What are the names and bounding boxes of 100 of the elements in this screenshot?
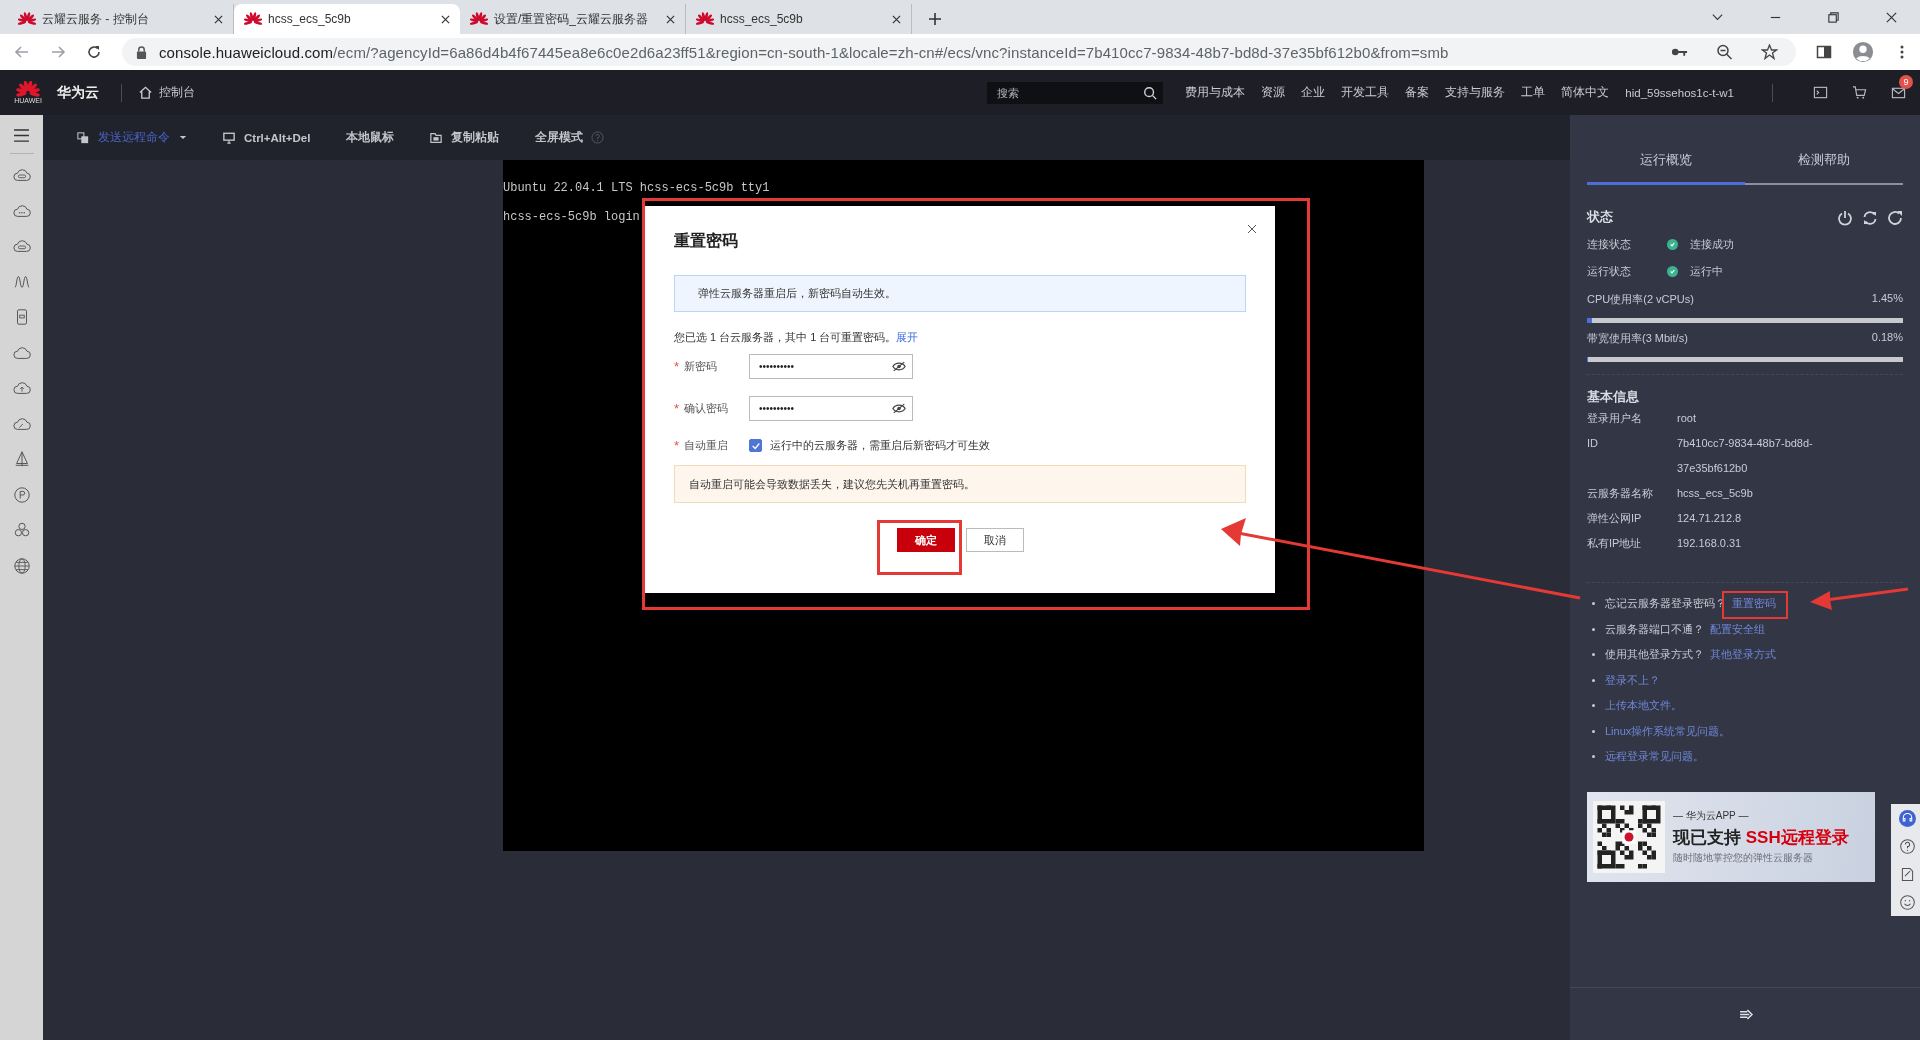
toolbar-button[interactable]: 复制粘贴 [430,130,500,145]
cancel-button[interactable]: 取消 [965,528,1024,552]
close-icon[interactable] [441,14,450,24]
cloud-icon[interactable] [12,166,31,184]
petal-logo-icon [18,12,36,26]
help-link[interactable]: 上传本地文件。 [1605,698,1682,714]
monitor-icon [223,131,235,144]
lock-icon [136,45,147,59]
status-value: 连接成功 [1690,237,1734,252]
eye-slash-icon[interactable] [892,361,906,372]
header-nav-link[interactable]: 费用与成本 [1185,85,1246,100]
browser-tab[interactable]: hcss_ecs_5c9b [234,4,460,34]
meter-label: 带宽使用率(3 Mbit/s) [1587,331,1688,346]
field-label: 新密码 [684,359,717,374]
app-promo-banner[interactable]: — 华为云APP — 现已支持 SSH远程登录 随时随地掌控您的弹性云服务器 [1587,791,1875,882]
terminal-line: hcss-ecs-5c9b login [503,209,640,224]
close-icon[interactable] [666,14,675,24]
collapse-panel-icon[interactable] [1738,1008,1754,1020]
header-nav-link[interactable]: 工单 [1521,85,1546,100]
header-nav-link[interactable]: hid_59ssehos1c-t-w1 [1625,86,1734,99]
terminal-icon[interactable] [1813,85,1828,100]
profile-avatar-icon[interactable] [1852,41,1874,63]
header-nav-link[interactable]: 备案 [1405,85,1430,100]
help-icon[interactable] [1898,837,1916,855]
sidebar-icon[interactable] [1816,44,1832,60]
console-home-link[interactable]: 控制台 [138,84,195,101]
expand-link[interactable]: 展开 [896,330,919,345]
selection-text: 您已选 1 台云服务器，其中 1 台可重置密码。 [674,330,897,345]
back-icon[interactable] [14,44,30,60]
header-nav-link[interactable]: 企业 [1301,85,1326,100]
search-field[interactable]: 搜索 [987,81,1164,104]
status-value: 运行中 [1690,264,1723,279]
highlight-box [1722,591,1788,619]
caret-icon [179,135,187,140]
help-link[interactable]: 登录不上？ [1605,672,1660,688]
meter-label: CPU使用率(2 vCPUs) [1587,292,1694,307]
cloud-icon[interactable] [12,237,31,255]
rings-icon[interactable] [12,521,31,539]
field-label: 自动重启 [684,438,728,453]
help-question: 使用其他登录方式？ [1605,647,1704,663]
globe-icon[interactable] [12,556,31,575]
menu-icon[interactable] [13,129,30,142]
header-nav-link[interactable]: 简体中文 [1561,85,1610,100]
petal-logo-icon [470,12,488,26]
toolbar-button[interactable]: 本地鼠标 [346,130,395,145]
info-label: 弹性公网IP [1587,511,1643,526]
folder-icon [430,131,443,144]
zoom-out-icon[interactable] [1716,44,1733,60]
info-value: hcss_ecs_5c9b [1677,486,1754,501]
forward-icon[interactable] [50,44,66,60]
help-link[interactable]: 远程登录常见问题。 [1605,749,1704,765]
close-icon[interactable] [892,14,901,24]
close-icon[interactable] [214,14,223,24]
star-icon[interactable] [1761,44,1778,60]
parking-icon[interactable] [12,485,31,504]
required-mark: * [674,359,681,374]
header-nav-link[interactable]: 资源 [1261,85,1286,100]
close-icon[interactable] [1885,10,1898,24]
header-nav-link[interactable]: 开发工具 [1341,85,1390,100]
power-icon[interactable] [1837,209,1853,226]
search-icon[interactable] [1143,85,1158,100]
meter-reading: 1.45% [1871,292,1903,306]
help-link[interactable]: 重置密码 [1732,596,1776,612]
cart-icon[interactable] [1852,85,1867,100]
confirm-button[interactable]: 确定 [896,528,955,552]
help-link[interactable]: 其他登录方式 [1710,647,1776,663]
toolbar-button[interactable]: 全屏模式 [535,130,584,145]
address-bar[interactable]: console.huaweicloud.com/ecm/?agencyId=6a86d4b4f67445ea8e6c0e2d6a23ff51&region=cn-south-1&locale=zh-cn#/ecs/vnc?instanceId=7b410cc7-9834-48b7-bd8d-37e35bf612b0&from=smb [122,38,1796,66]
terminal-screen[interactable] [503,160,1424,851]
field-label: 确认密码 [684,401,728,416]
status-label: 运行状态 [1587,264,1632,279]
cloud-upload-icon[interactable] [12,379,31,397]
password-field[interactable]: •••••••••• [749,354,913,379]
password-field[interactable]: •••••••••• [749,396,913,421]
refresh-icon[interactable] [1887,209,1903,226]
help-link[interactable]: 配置安全组 [1710,621,1765,637]
brand-name[interactable]: 华为云 [57,83,99,102]
url-text: console.huaweicloud.com/ecm/?agencyId=6a86d4b4f67445ea8e6c0e2d6a23ff51&region=cn-south-1&locale=zh-cn#/ecs/vnc?instanceId=7b410cc7-9834-48b7-bd8d-37e35bf612b0&from=smb [159,43,1449,61]
close-icon[interactable] [1247,224,1257,234]
checkbox-label: 运行中的云服务器，需重启后新密码才可生效 [770,438,990,453]
panel-tab[interactable]: 检测帮助 [1745,137,1903,185]
help-link[interactable]: Linux操作系统常见问题。 [1605,723,1731,739]
mail-icon[interactable] [1891,85,1906,100]
plus-icon[interactable] [928,12,942,26]
toolbar-button[interactable]: Ctrl+Alt+Del [223,131,311,144]
sync-icon[interactable] [1862,209,1878,226]
info-value: root [1677,411,1697,426]
promo-kicker: — 华为云APP — [1673,808,1750,823]
eye-slash-icon[interactable] [892,403,906,414]
header-nav-link[interactable]: 支持与服务 [1445,85,1506,100]
help-question: 云服务器端口不通？ [1605,621,1704,637]
smiley-icon[interactable] [1898,893,1916,911]
headset-icon[interactable] [1898,809,1916,827]
panel-tab[interactable]: 运行概览 [1587,137,1745,185]
promo-headline: 现已支持 SSH远程登录 [1673,826,1849,849]
reload-icon[interactable] [86,44,102,60]
restore-icon[interactable] [1827,10,1840,24]
warning-notice: 自动重启可能会导致数据丢失，建议您先关机再重置密码。 [674,465,1246,503]
checkbox[interactable] [749,439,762,452]
required-mark: * [674,401,681,416]
